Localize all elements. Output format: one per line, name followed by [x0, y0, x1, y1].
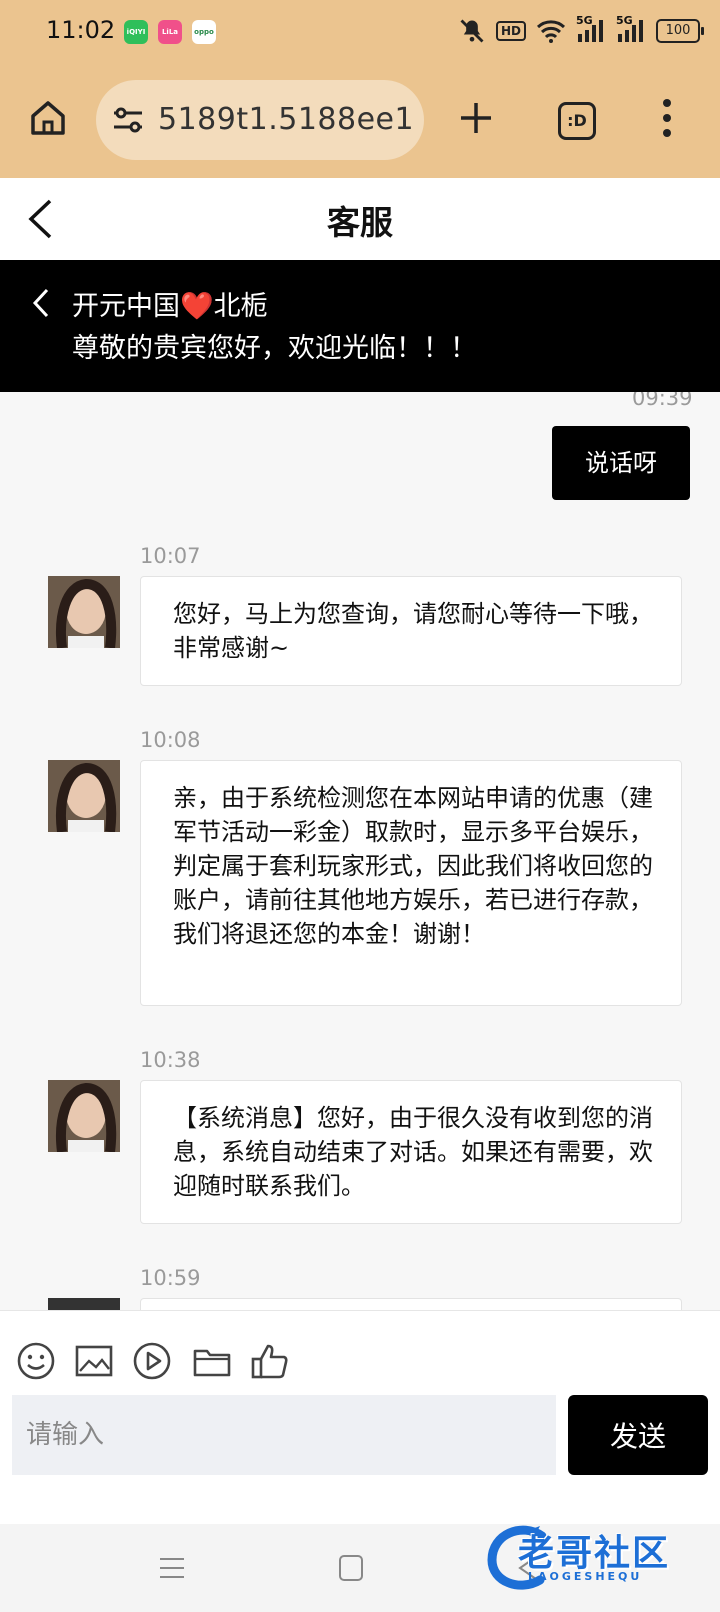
page-header: 客服 — [0, 178, 720, 260]
incoming-message: 【系统消息】您好，由于很久没有收到您的消息，系统自动结束了对话。如果还有需要，欢… — [140, 1080, 682, 1224]
welcome-text: 尊敬的贵宾您好，欢迎光临！！！ — [72, 333, 477, 364]
mute-icon — [460, 19, 484, 43]
more-menu-icon[interactable] — [662, 98, 672, 138]
menu-nav-icon[interactable] — [158, 1554, 186, 1582]
browser-toolbar: 5189t1.5188ee1.cc :D — [0, 62, 720, 178]
agent-avatar — [48, 760, 120, 832]
lila-app-icon: LiLa — [158, 20, 182, 44]
agent-avatar — [48, 1080, 120, 1152]
agent-avatar — [48, 576, 120, 648]
message-time: 10:07 — [140, 544, 201, 568]
site-settings-icon[interactable] — [112, 106, 144, 134]
send-button[interactable]: 发送 — [568, 1395, 708, 1475]
signal-5g-icon: 5G — [576, 14, 606, 44]
watermark-subtext: LAOGESHEQU — [528, 1570, 643, 1583]
agent-name: 开元中国❤️北栀 — [72, 291, 268, 322]
oppo-app-icon: oppo — [192, 20, 216, 44]
page-title: 客服 — [327, 203, 393, 242]
outgoing-message: 说话呀 — [552, 426, 690, 500]
message-input[interactable] — [12, 1395, 556, 1475]
hd-icon: HD — [495, 21, 526, 41]
message-time: 09:39 — [632, 392, 693, 410]
chat-area[interactable]: 09:39 说话呀 10:07 您好，马上为您查询，请您耐心等待一下哦，非常感谢… — [0, 392, 720, 1310]
wifi-icon — [536, 20, 566, 43]
incoming-message: 亲，由于系统检测您在本网站申请的优惠（建军节活动一彩金）取款时，显示多平台娱乐，… — [140, 760, 682, 1006]
incoming-message: 您好，马上为您查询，请您耐心等待一下哦，非常感谢~ — [140, 576, 682, 686]
folder-icon[interactable] — [192, 1341, 232, 1381]
watermark-text: 老哥社区 — [518, 1533, 671, 1574]
message-time: 10:08 — [140, 728, 201, 752]
thumbs-up-icon[interactable] — [250, 1341, 290, 1381]
composer: 发送 — [0, 1310, 720, 1525]
heart-icon: ❤️ — [180, 291, 214, 322]
watermark-logo: 老哥社区 LAOGESHEQU — [484, 1518, 704, 1596]
home-icon[interactable] — [28, 98, 68, 138]
agent-banner: 开元中国❤️北栀 尊敬的贵宾您好，欢迎光临！！！ — [0, 260, 720, 392]
battery-indicator: 100 — [656, 19, 704, 43]
address-bar[interactable]: 5189t1.5188ee1.cc — [96, 80, 424, 160]
banner-back-icon[interactable] — [32, 288, 50, 318]
status-bar: 11:02 iQIYI LiLa oppo HD 5G 5G 100 — [0, 0, 720, 62]
tab-switcher-button[interactable]: :D — [558, 102, 596, 140]
home-nav-icon[interactable] — [338, 1554, 364, 1582]
url-text: 5189t1.5188ee1.cc — [158, 102, 416, 137]
iqiyi-app-icon: iQIYI — [124, 20, 148, 44]
message-time: 10:59 — [140, 1266, 201, 1290]
signal-5g-icon-2: 5G — [616, 14, 646, 44]
image-icon[interactable] — [74, 1341, 114, 1381]
smile-icon[interactable] — [16, 1341, 56, 1381]
incoming-message — [140, 1298, 682, 1310]
video-icon[interactable] — [132, 1341, 172, 1381]
agent-avatar — [48, 1298, 120, 1310]
message-time: 10:38 — [140, 1048, 201, 1072]
new-tab-icon[interactable] — [458, 100, 494, 136]
status-time: 11:02 — [46, 16, 116, 44]
